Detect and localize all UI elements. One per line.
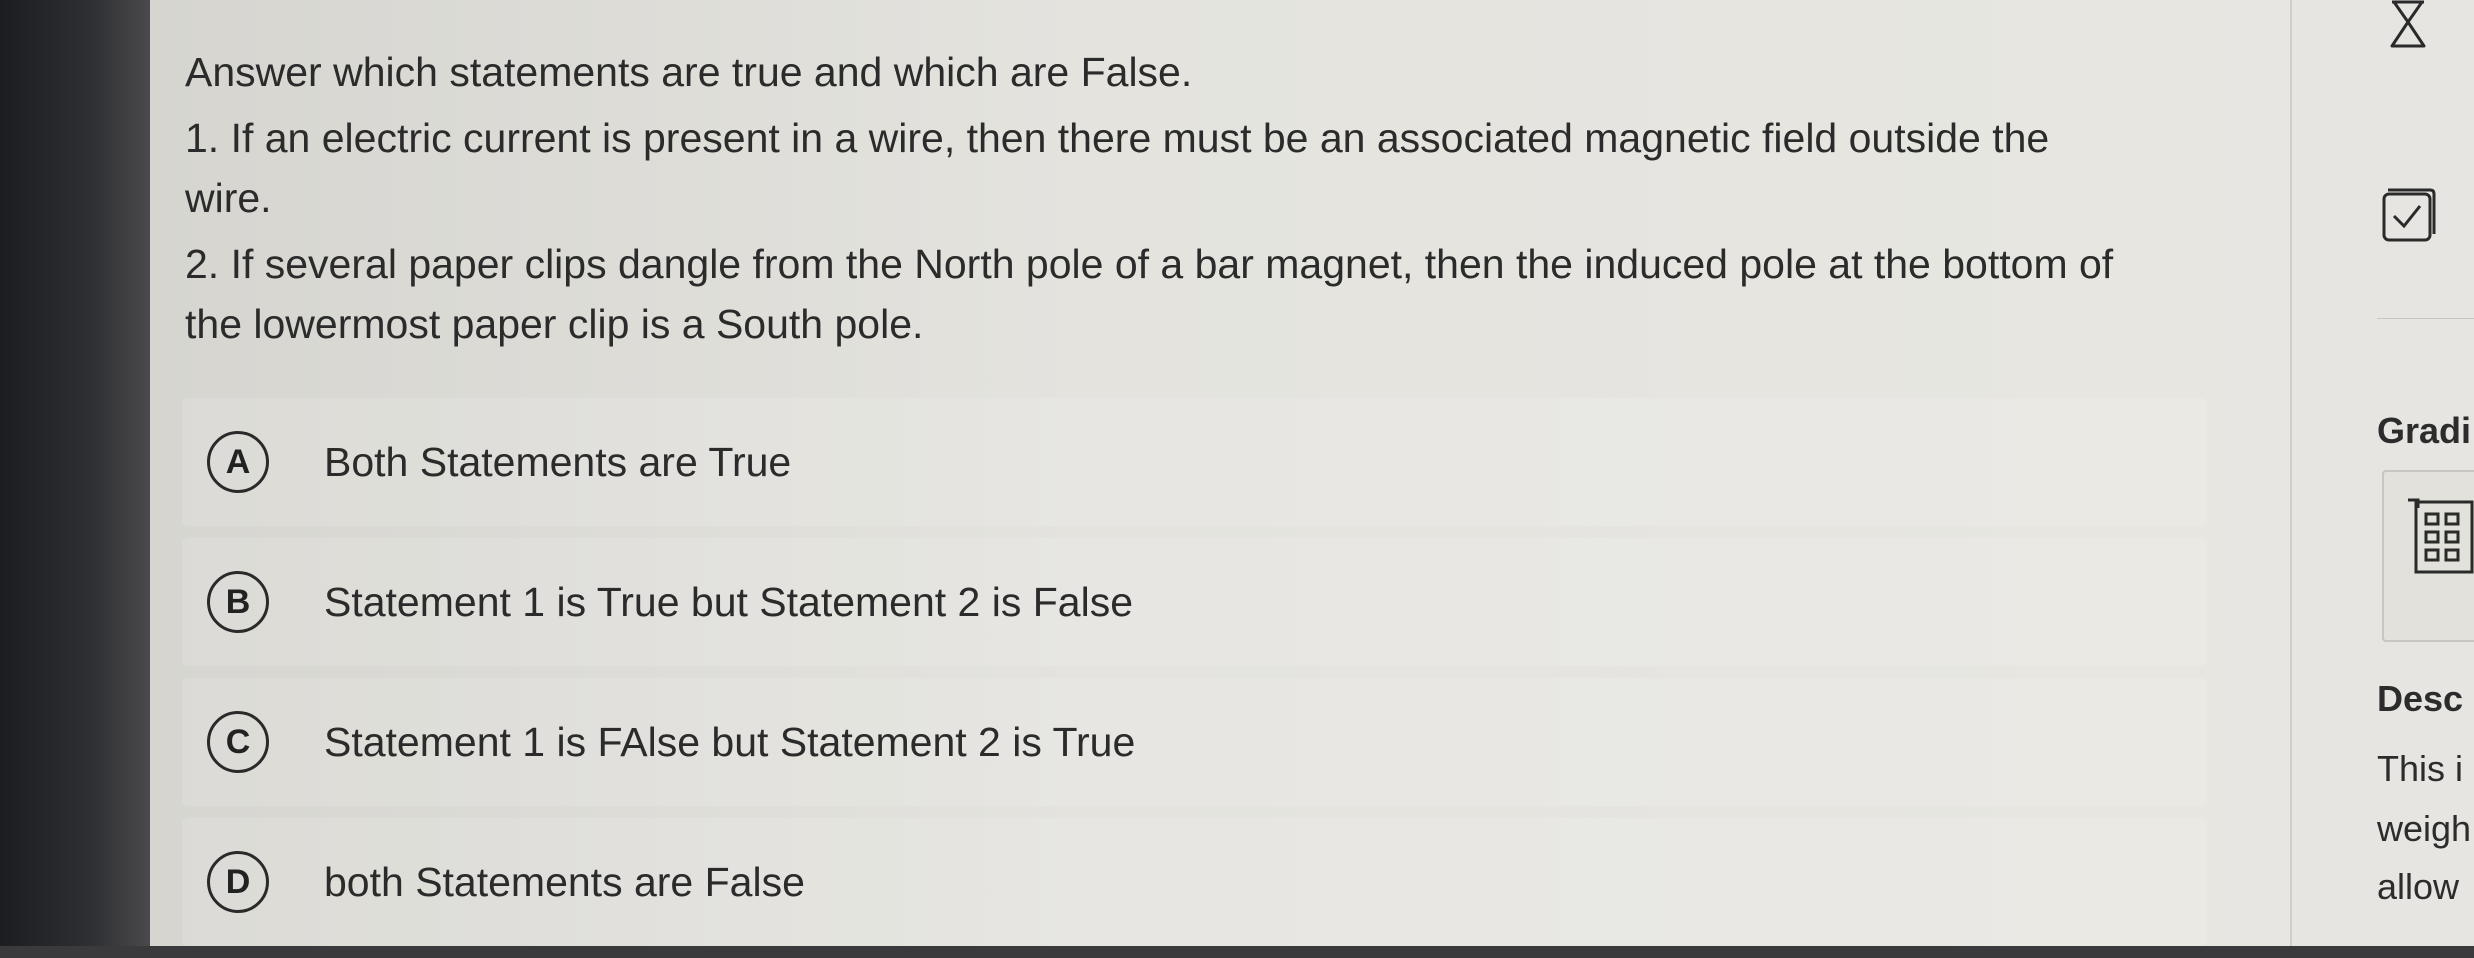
option-text-a[interactable]: Both Statements are True bbox=[324, 439, 791, 486]
option-text-c[interactable]: Statement 1 is FAlse but Statement 2 is … bbox=[324, 719, 1135, 766]
answer-options: A Both Statements are True B Statement 1… bbox=[182, 398, 2207, 958]
statement-1-cont: wire. bbox=[185, 175, 272, 221]
option-d[interactable]: D both Statements are False bbox=[182, 818, 2207, 946]
option-letter-d[interactable]: D bbox=[207, 851, 269, 913]
sidebar-divider bbox=[2377, 318, 2474, 319]
option-text-b[interactable]: Statement 1 is True but Statement 2 is F… bbox=[324, 579, 1133, 626]
description-heading: Desc bbox=[2377, 678, 2464, 719]
statement-1: 1. If an electric current is present in … bbox=[185, 115, 2050, 161]
question-text: Answer which statements are true and whi… bbox=[185, 42, 2245, 354]
screen-bezel bbox=[0, 0, 150, 946]
option-letter-b[interactable]: B bbox=[207, 571, 269, 633]
question-intro: Answer which statements are true and whi… bbox=[185, 49, 1193, 95]
calculator-icon[interactable] bbox=[2404, 494, 2474, 579]
description-line-2: weigh bbox=[2377, 808, 2472, 849]
statement-2: 2. If several paper clips dangle from th… bbox=[185, 241, 2114, 287]
option-c[interactable]: C Statement 1 is FAlse but Statement 2 i… bbox=[182, 678, 2207, 806]
grading-box bbox=[2382, 470, 2474, 642]
description-line-3: allow bbox=[2377, 866, 2460, 907]
option-letter-c[interactable]: C bbox=[207, 711, 269, 773]
option-text-d[interactable]: both Statements are False bbox=[324, 859, 805, 906]
option-a[interactable]: A Both Statements are True bbox=[182, 398, 2207, 526]
checklist-icon[interactable] bbox=[2374, 180, 2444, 255]
option-letter-a[interactable]: A bbox=[207, 431, 269, 493]
flag-icon[interactable] bbox=[2384, 0, 2432, 55]
grading-heading: Gradi bbox=[2377, 410, 2472, 451]
description-line-1: This i bbox=[2377, 748, 2464, 789]
statement-2-cont: the lowermost paper clip is a South pole… bbox=[185, 301, 924, 347]
option-b[interactable]: B Statement 1 is True but Statement 2 is… bbox=[182, 538, 2207, 666]
